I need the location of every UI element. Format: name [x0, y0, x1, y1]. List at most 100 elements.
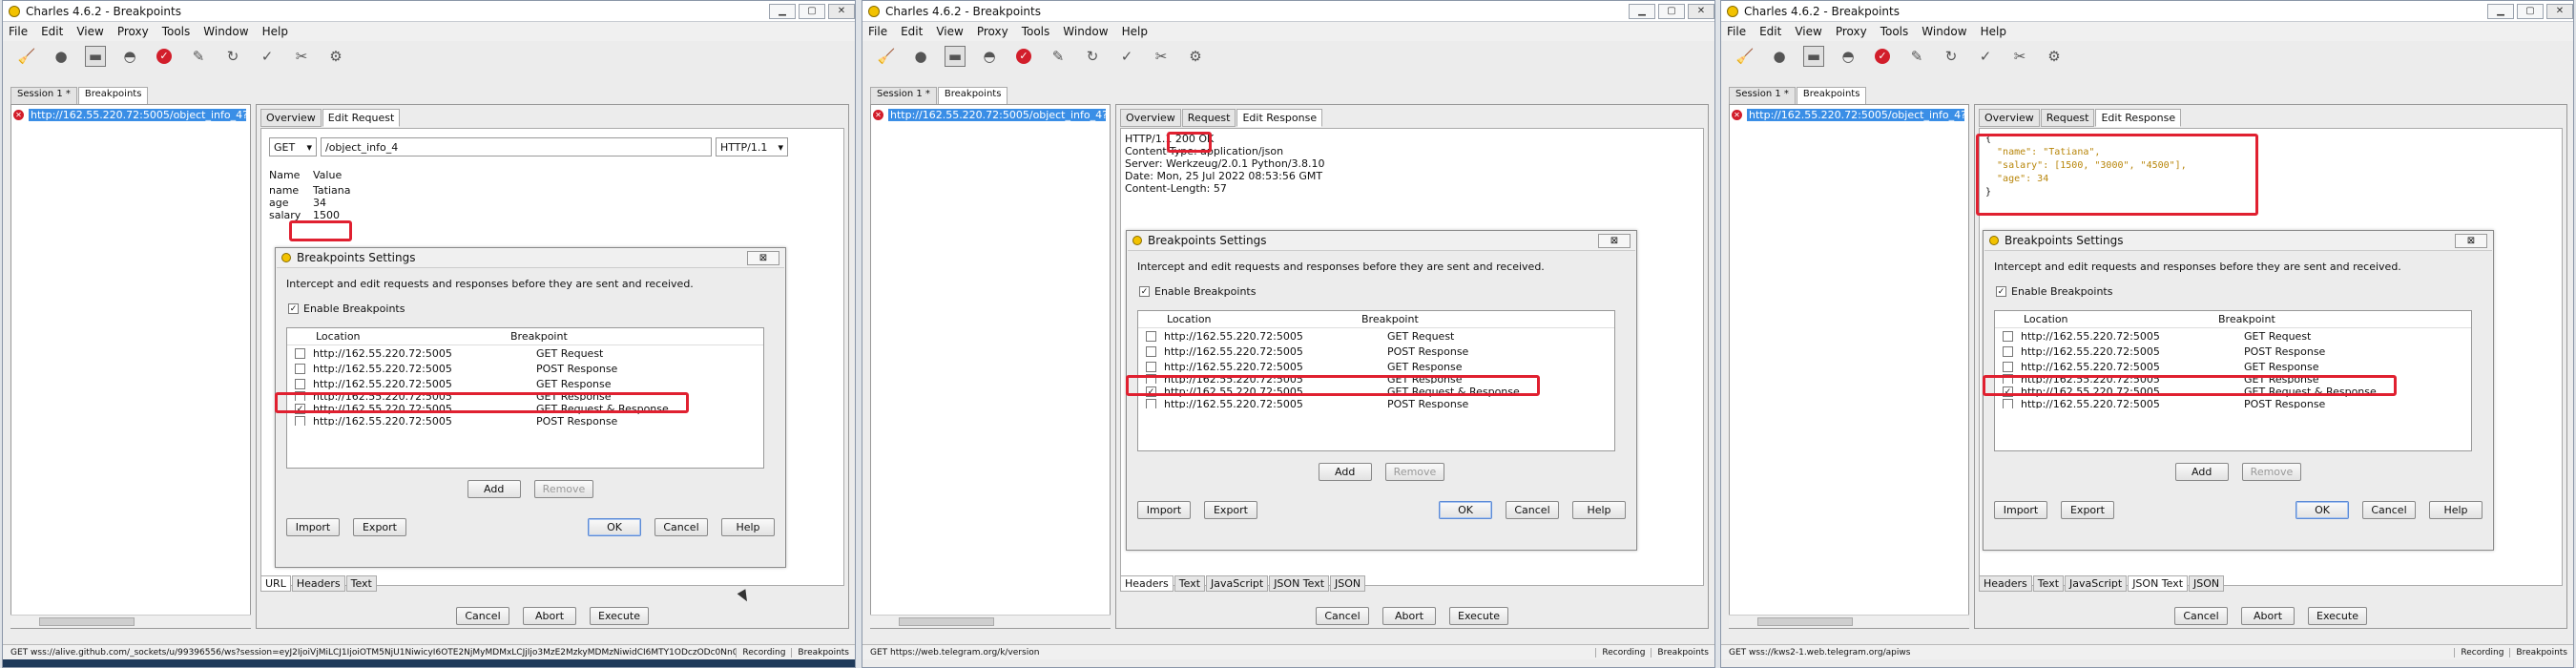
horizontal-scrollbar[interactable] [870, 615, 1111, 628]
help-button[interactable]: Help [1572, 501, 1626, 519]
checkbox[interactable] [2003, 399, 2013, 408]
cancel-button[interactable]: Cancel [2362, 501, 2416, 519]
table-row[interactable]: http://162.55.220.72:5005 POST Response [1995, 344, 2471, 359]
menu-window[interactable]: Window [1063, 25, 1108, 38]
enable-breakpoints-checkbox[interactable]: ✓ Enable Breakpoints [1996, 285, 2112, 298]
tab-breakpoints[interactable]: Breakpoints [1796, 87, 1867, 104]
checkbox[interactable] [295, 363, 305, 374]
checkbox[interactable] [295, 416, 305, 426]
tab-json[interactable]: JSON [2189, 575, 2225, 592]
turtle-icon[interactable]: ◓ [979, 46, 1000, 67]
tools-icon[interactable]: ✂ [2009, 46, 2030, 67]
horizontal-scrollbar[interactable] [10, 615, 251, 628]
param-value[interactable]: 34 [313, 197, 326, 209]
tab-session-1[interactable]: Session 1 * [870, 87, 937, 104]
recording-status[interactable]: Recording [2454, 647, 2509, 658]
tab-json-text[interactable]: JSON Text [1269, 575, 1330, 592]
menu-view[interactable]: View [76, 25, 103, 38]
menu-help[interactable]: Help [262, 25, 288, 38]
close-icon[interactable]: ✕ [2546, 3, 2573, 19]
throttle-icon[interactable]: ▬ [1803, 46, 1824, 67]
tools-icon[interactable]: ✂ [291, 46, 312, 67]
table-row[interactable]: http://162.55.220.72:5005 POST Response [1995, 399, 2471, 408]
refresh-icon[interactable]: ↻ [222, 46, 243, 67]
tab-text[interactable]: Text [2032, 575, 2065, 592]
checkbox[interactable] [2003, 361, 2013, 372]
throttle-icon[interactable]: ▬ [85, 46, 106, 67]
settings-icon[interactable]: ⚙ [2044, 46, 2065, 67]
checkbox[interactable] [1146, 330, 1156, 342]
table-row[interactable]: http://162.55.220.72:5005 GET Request [1138, 328, 1614, 344]
menu-view[interactable]: View [936, 25, 963, 38]
table-row[interactable]: http://162.55.220.72:5005 GET Request [1995, 328, 2471, 344]
param-value[interactable]: Tatiana [313, 184, 350, 197]
menu-view[interactable]: View [1795, 25, 1821, 38]
menu-tools[interactable]: Tools [1880, 25, 1909, 38]
tab-json[interactable]: JSON [1330, 575, 1366, 592]
tab-javascript[interactable]: JavaScript [2065, 575, 2128, 592]
execute-button[interactable]: Execute [1449, 607, 1508, 625]
menu-proxy[interactable]: Proxy [117, 25, 149, 38]
scrollbar-thumb[interactable] [899, 617, 994, 626]
broom-icon[interactable]: 🧹 [16, 46, 37, 67]
abort-button[interactable]: Abort [1382, 607, 1436, 625]
settings-icon[interactable]: ⚙ [1185, 46, 1206, 67]
refresh-icon[interactable]: ↻ [1941, 46, 1962, 67]
checkbox-checked-icon[interactable]: ✓ [2003, 386, 2013, 397]
cancel-button[interactable]: Cancel [456, 607, 509, 625]
close-icon[interactable]: ⊠ [1598, 233, 1631, 248]
tab-headers[interactable]: Headers [291, 575, 345, 592]
json-editor[interactable]: { "name": "Tatiana", "salary": [1500, "3… [1985, 133, 2187, 199]
cancel-button[interactable]: Cancel [2174, 607, 2228, 625]
checkbox-checked-icon[interactable]: ✓ [1139, 286, 1150, 297]
tab-breakpoints[interactable]: Breakpoints [937, 87, 1008, 104]
abort-button[interactable]: Abort [523, 607, 576, 625]
horizontal-scrollbar[interactable] [1729, 615, 1969, 628]
checkbox[interactable] [1146, 361, 1156, 372]
tab-breakpoints[interactable]: Breakpoints [77, 87, 149, 104]
menu-edit[interactable]: Edit [901, 25, 923, 38]
close-icon[interactable]: ✕ [828, 3, 855, 19]
table-row[interactable]: http://162.55.220.72:5005 GET Response [287, 376, 763, 391]
import-button[interactable]: Import [1994, 501, 2047, 519]
cancel-button[interactable]: Cancel [1316, 607, 1369, 625]
ok-button[interactable]: OK [2296, 501, 2349, 519]
abort-button[interactable]: Abort [2241, 607, 2295, 625]
checkbox[interactable] [295, 378, 305, 389]
checkbox-checked-icon[interactable]: ✓ [295, 403, 305, 414]
tab-edit-request[interactable]: Edit Request [322, 109, 401, 127]
remove-button[interactable]: Remove [2241, 463, 2302, 481]
menu-file[interactable]: File [868, 25, 887, 38]
breakpoints-status[interactable]: Breakpoints [2509, 647, 2573, 658]
checkbox[interactable] [2003, 374, 2013, 384]
table-row[interactable]: ✓ http://162.55.220.72:5005 GET Request & … [1995, 384, 2471, 399]
checkbox[interactable] [1146, 374, 1156, 384]
menu-tools[interactable]: Tools [162, 25, 191, 38]
cancel-button[interactable]: Cancel [654, 518, 708, 536]
ok-button[interactable]: OK [588, 518, 641, 536]
close-icon[interactable]: ⊠ [2455, 233, 2487, 248]
maximize-icon[interactable]: ▢ [1658, 3, 1685, 19]
menu-window[interactable]: Window [203, 25, 248, 38]
close-icon[interactable]: ⊠ [747, 250, 779, 265]
protocol-select[interactable]: HTTP/1.1 ▾ [716, 137, 788, 157]
maximize-icon[interactable]: ▢ [2517, 3, 2544, 19]
remove-button[interactable]: Remove [533, 480, 594, 498]
pen-icon[interactable]: ✎ [1906, 46, 1927, 67]
minimize-icon[interactable]: ▁ [1629, 3, 1655, 19]
response-headers[interactable]: HTTP/1.1 200 OK Content-Type: applicatio… [1125, 133, 1324, 195]
breakpoints-status[interactable]: Breakpoints [1651, 647, 1714, 658]
maximize-icon[interactable]: ▢ [799, 3, 825, 19]
tab-session-1[interactable]: Session 1 * [1729, 87, 1796, 104]
breakpoints-icon[interactable]: ✓ [1013, 46, 1034, 67]
add-button[interactable]: Add [467, 480, 521, 498]
scrollbar-thumb[interactable] [1757, 617, 1853, 626]
remove-button[interactable]: Remove [1384, 463, 1445, 481]
breakpoints-status[interactable]: Breakpoints [791, 647, 855, 658]
help-button[interactable]: Help [721, 518, 775, 536]
add-button[interactable]: Add [2174, 463, 2229, 481]
turtle-icon[interactable]: ◓ [1838, 46, 1859, 67]
table-row[interactable]: http://162.55.220.72:5005 POST Response [287, 361, 763, 376]
export-button[interactable]: Export [353, 518, 406, 536]
tab-text[interactable]: Text [345, 575, 377, 592]
